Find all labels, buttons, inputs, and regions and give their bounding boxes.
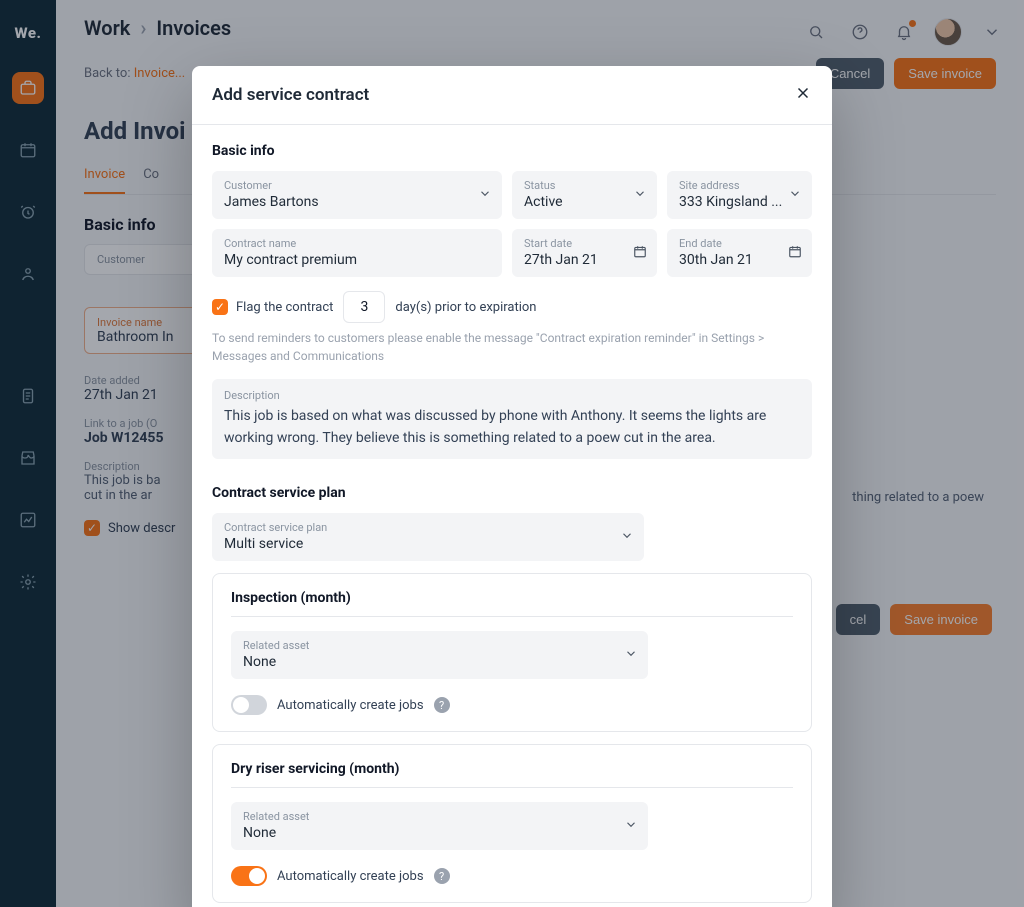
chevron-down-icon — [624, 817, 638, 836]
flag-contract-label: Flag the contract — [236, 300, 333, 315]
calendar-icon — [633, 244, 647, 263]
chevron-down-icon — [478, 186, 492, 205]
related-asset-select-1[interactable]: Related asset None — [231, 631, 648, 679]
related-asset-label: Related asset — [243, 639, 636, 652]
chevron-down-icon — [788, 186, 802, 205]
modal-title: Add service contract — [212, 85, 369, 105]
auto-create-jobs-toggle-1[interactable] — [231, 695, 267, 715]
related-asset-select-2[interactable]: Related asset None — [231, 802, 648, 850]
customer-select[interactable]: Customer James Bartons — [212, 171, 502, 219]
chevron-down-icon — [624, 646, 638, 665]
start-date-input[interactable]: Start date 27th Jan 21 — [512, 229, 657, 277]
end-date-input[interactable]: End date 30th Jan 21 — [667, 229, 812, 277]
divider — [231, 616, 793, 617]
auto-create-jobs-label: Automatically create jobs — [277, 869, 424, 884]
close-button[interactable] — [794, 84, 812, 106]
start-date-value: 27th Jan 21 — [524, 252, 645, 268]
auto-create-jobs-label: Automatically create jobs — [277, 698, 424, 713]
site-address-value: 333 Kingsland ... — [679, 194, 800, 210]
add-service-contract-modal: Add service contract Basic info Customer… — [192, 66, 832, 907]
chevron-down-icon — [620, 528, 634, 547]
modal-overlay[interactable]: Add service contract Basic info Customer… — [0, 0, 1024, 907]
description-textarea-value: This job is based on what was discussed … — [224, 406, 800, 449]
checkmark-icon: ✓ — [212, 299, 228, 315]
related-asset-label: Related asset — [243, 810, 636, 823]
description-textarea-label: Description — [224, 389, 800, 402]
flag-days-input[interactable]: 3 — [343, 291, 385, 323]
contract-name-label: Contract name — [224, 237, 490, 250]
basic-info-subheading: Basic info — [212, 143, 812, 159]
service-plan-value: Multi service — [224, 536, 632, 552]
status-select-label: Status — [524, 179, 645, 192]
service-plan-select[interactable]: Contract service plan Multi service — [212, 513, 644, 561]
end-date-value: 30th Jan 21 — [679, 252, 800, 268]
customer-select-value: James Bartons — [224, 194, 490, 210]
description-textarea[interactable]: Description This job is based on what wa… — [212, 379, 812, 459]
contract-name-value: My contract premium — [224, 252, 490, 268]
related-asset-value: None — [243, 825, 636, 841]
chevron-down-icon — [633, 186, 647, 205]
status-select[interactable]: Status Active — [512, 171, 657, 219]
help-icon[interactable]: ? — [434, 697, 450, 713]
end-date-label: End date — [679, 237, 800, 250]
plan-card-title: Inspection (month) — [231, 590, 793, 606]
site-address-select[interactable]: Site address 333 Kingsland ... — [667, 171, 812, 219]
help-icon[interactable]: ? — [434, 868, 450, 884]
plan-card-inspection: Inspection (month) Related asset None Au… — [212, 573, 812, 732]
flag-contract-checkbox[interactable]: ✓ Flag the contract — [212, 299, 333, 315]
plan-card-dry-riser: Dry riser servicing (month) Related asse… — [212, 744, 812, 903]
auto-create-jobs-toggle-2[interactable] — [231, 866, 267, 886]
divider — [231, 787, 793, 788]
start-date-label: Start date — [524, 237, 645, 250]
close-icon — [794, 84, 812, 102]
site-address-label: Site address — [679, 179, 800, 192]
status-select-value: Active — [524, 194, 645, 210]
flag-suffix: day(s) prior to expiration — [395, 300, 536, 315]
contract-name-input[interactable]: Contract name My contract premium — [212, 229, 502, 277]
reminder-hint: To send reminders to customers please en… — [212, 329, 812, 365]
customer-select-label: Customer — [224, 179, 490, 192]
contract-service-plan-heading: Contract service plan — [212, 485, 812, 501]
service-plan-label: Contract service plan — [224, 521, 632, 534]
plan-card-title: Dry riser servicing (month) — [231, 761, 793, 777]
related-asset-value: None — [243, 654, 636, 670]
calendar-icon — [788, 244, 802, 263]
